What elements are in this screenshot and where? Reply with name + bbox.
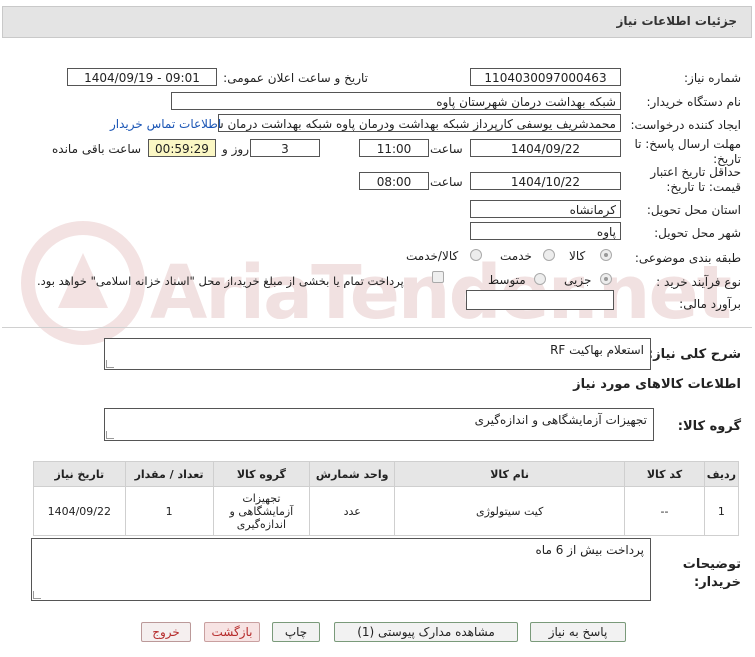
goods-group-text: تجهیزات آزمایشگاهی و اندازه‌گیری (474, 413, 647, 427)
goods-group-label: گروه کالا: (677, 419, 741, 434)
days-and-label: روز و (222, 142, 249, 156)
buyer-org-label: نام دستگاه خریدار: (646, 95, 742, 109)
province-label: استان محل تحویل: (646, 203, 741, 217)
reply-date-field: 1404/09/22 (470, 139, 621, 157)
announce-field: 1404/09/19 - 09:01 (67, 68, 217, 86)
print-button[interactable]: چاپ (272, 622, 320, 642)
buyer-notes-label: توضیحات خریدار: (682, 557, 741, 590)
items-table: ردیف کد کالا نام کالا واحد شمارش گروه کا… (33, 461, 740, 536)
page-title: جزئیات اطلاعات نیاز (616, 14, 737, 28)
treasury-checkbox[interactable] (432, 271, 444, 283)
category-radio-goods[interactable] (600, 249, 612, 261)
cell-unit: عدد (309, 486, 396, 536)
category-option-goods-service: کالا/خدمت (406, 249, 459, 263)
reply-deadline-label: مهلت ارسال پاسخ: تا تاریخ: (634, 137, 741, 166)
col-unit: واحد شمارش (309, 461, 396, 487)
process-radio-medium[interactable] (534, 273, 546, 285)
description-label: شرح کلی نیاز: (647, 347, 741, 362)
col-group: گروه کالا (212, 461, 311, 487)
reply-time-field: 11:00 (359, 139, 429, 157)
need-number-field: 1104030097000463 (470, 68, 621, 86)
table-row: 1 -- کیت سیتولوژی عدد تجهیزات آزمایشگاهی… (33, 486, 740, 536)
buyer-notes-text: پرداخت بیش از 6 ماه (535, 543, 645, 557)
reply-button[interactable]: پاسخ به نیاز (530, 622, 626, 642)
remaining-time-field: 00:59:29 (148, 139, 216, 157)
table-header-row: ردیف کد کالا نام کالا واحد شمارش گروه کا… (33, 461, 740, 487)
estimate-label: برآورد مالی: (679, 297, 741, 311)
cell-date: 1404/09/22 (33, 486, 126, 536)
col-date: تاریخ نیاز (33, 461, 126, 487)
exit-button[interactable]: خروج (141, 622, 191, 642)
back-button[interactable]: بازگشت (204, 622, 260, 642)
validity-date-field: 1404/10/22 (470, 172, 621, 190)
divider (2, 327, 752, 328)
category-option-goods: کالا (569, 249, 586, 263)
cell-group: تجهیزات آزمایشگاهی و اندازه‌گیری (212, 486, 311, 536)
reply-time-word: ساعت (430, 142, 463, 156)
creator-label: ایجاد کننده درخواست: (630, 118, 741, 132)
category-option-service: خدمت (500, 249, 532, 263)
cell-qty: 1 (124, 486, 214, 536)
validity-label: حداقل تاریخ اعتبار قیمت: تا تاریخ: (650, 165, 741, 194)
category-radio-goods-service[interactable] (470, 249, 482, 261)
announce-label: تاریخ و ساعت اعلان عمومی: (223, 71, 368, 85)
estimate-field[interactable] (466, 290, 614, 310)
description-field: استعلام بهاکیت RF (104, 338, 651, 370)
treasury-note: پرداخت تمام یا بخشی از مبلغ خرید،از محل … (37, 274, 404, 288)
process-radio-minor[interactable] (600, 273, 612, 285)
col-qty: تعداد / مقدار (124, 461, 214, 487)
validity-time-word: ساعت (430, 175, 463, 189)
city-label: شهر محل تحویل: (654, 226, 741, 240)
attachments-button[interactable]: مشاهده مدارک پیوستی (1) (334, 622, 518, 642)
cell-row: 1 (703, 486, 740, 536)
category-radio-service[interactable] (543, 249, 555, 261)
days-field: 3 (250, 139, 320, 157)
col-code: کد کالا (624, 461, 705, 487)
goods-info-title: اطلاعات کالاهای مورد نیاز (573, 377, 741, 392)
process-option-minor: جزیی (564, 273, 592, 287)
goods-group-field: تجهیزات آزمایشگاهی و اندازه‌گیری (104, 408, 654, 441)
page-header: جزئیات اطلاعات نیاز (2, 6, 752, 38)
remaining-label: ساعت باقی مانده (52, 142, 142, 156)
description-text: استعلام بهاکیت RF (550, 343, 644, 357)
buyer-notes-field: پرداخت بیش از 6 ماه (31, 538, 651, 601)
col-name: نام کالا (394, 461, 626, 487)
city-field: پاوه (470, 222, 621, 240)
creator-field: محمدشریف یوسفی کارپرداز شبکه بهداشت ودرم… (218, 114, 621, 132)
buyer-org-field: شبکه بهداشت درمان شهرستان پاوه (171, 92, 621, 110)
process-label: نوع فرآیند خرید : (656, 275, 741, 289)
category-label: طبقه بندی موضوعی: (634, 251, 741, 265)
process-option-medium: متوسط (488, 273, 526, 287)
province-field: کرمانشاه (470, 200, 621, 218)
col-row: ردیف (703, 461, 740, 487)
cell-name: کیت سیتولوژی (394, 486, 626, 536)
validity-time-field: 08:00 (359, 172, 429, 190)
cell-code: -- (624, 486, 705, 536)
contact-buyer-link[interactable]: اطلاعات تماس خریدار (110, 117, 221, 131)
need-number-label: شماره نیاز: (684, 71, 741, 85)
